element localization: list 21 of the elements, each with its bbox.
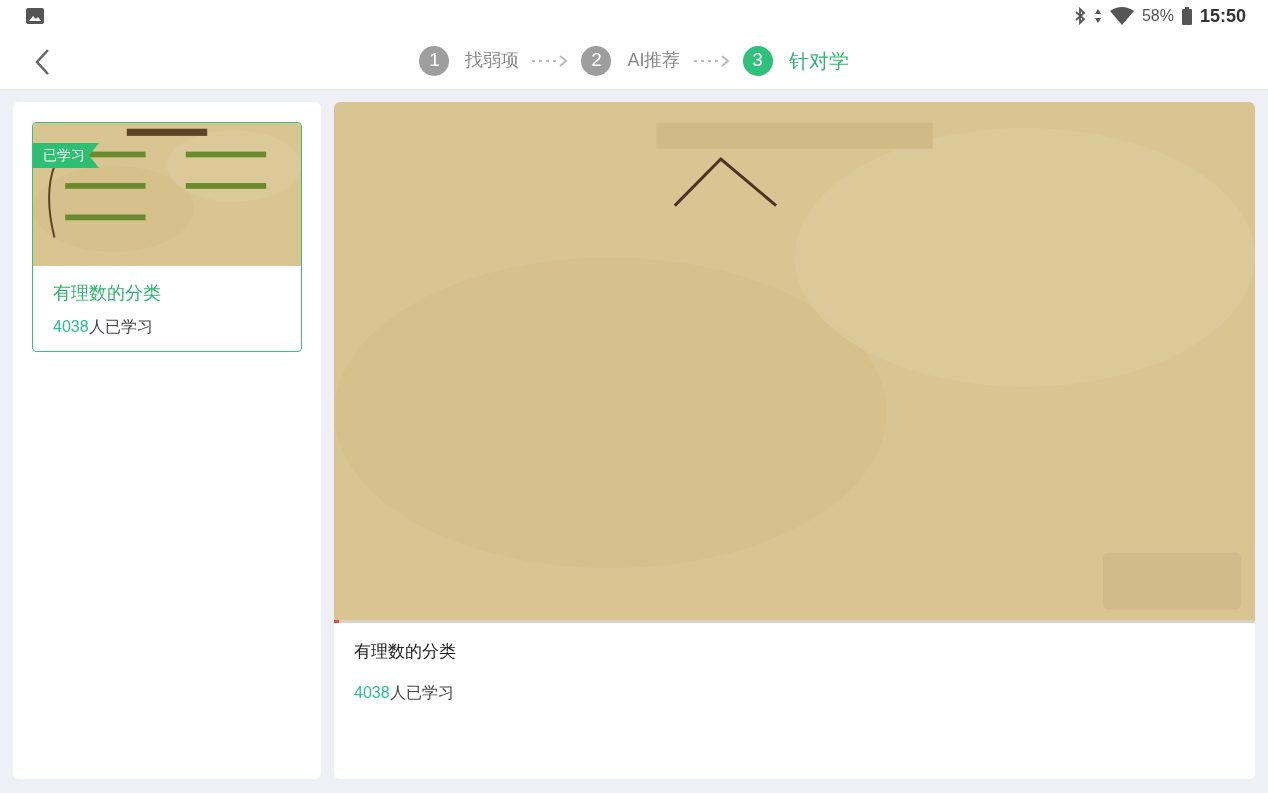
step-label: 针对学 <box>788 48 849 74</box>
step-label: 找弱项 <box>465 49 520 72</box>
learned-badge: 已学习 <box>33 143 99 168</box>
wifi-icon <box>1109 7 1134 25</box>
bluetooth-icon <box>1074 7 1086 25</box>
learner-count: 4038人已学习 <box>354 682 455 703</box>
lesson-card[interactable]: 已学习 有理数的分类 4038人已学习 <box>32 122 302 352</box>
step-number: 2 <box>581 45 612 76</box>
step-number: 3 <box>742 45 773 76</box>
battery-icon <box>1181 7 1192 25</box>
lesson-title: 有理数的分类 <box>53 282 162 305</box>
image-icon <box>26 8 44 24</box>
learner-count: 4038人已学习 <box>53 317 154 337</box>
dotted-arrow-icon <box>531 53 570 68</box>
clock-time: 15:50 <box>1199 4 1246 28</box>
video-title: 有理数的分类 <box>354 641 457 663</box>
dotted-arrow-icon <box>692 53 731 68</box>
battery-percent: 58% <box>1141 6 1174 26</box>
step-number: 1 <box>419 45 450 76</box>
step-label: AI推荐 <box>627 49 681 72</box>
data-arrows-icon <box>1093 8 1102 24</box>
